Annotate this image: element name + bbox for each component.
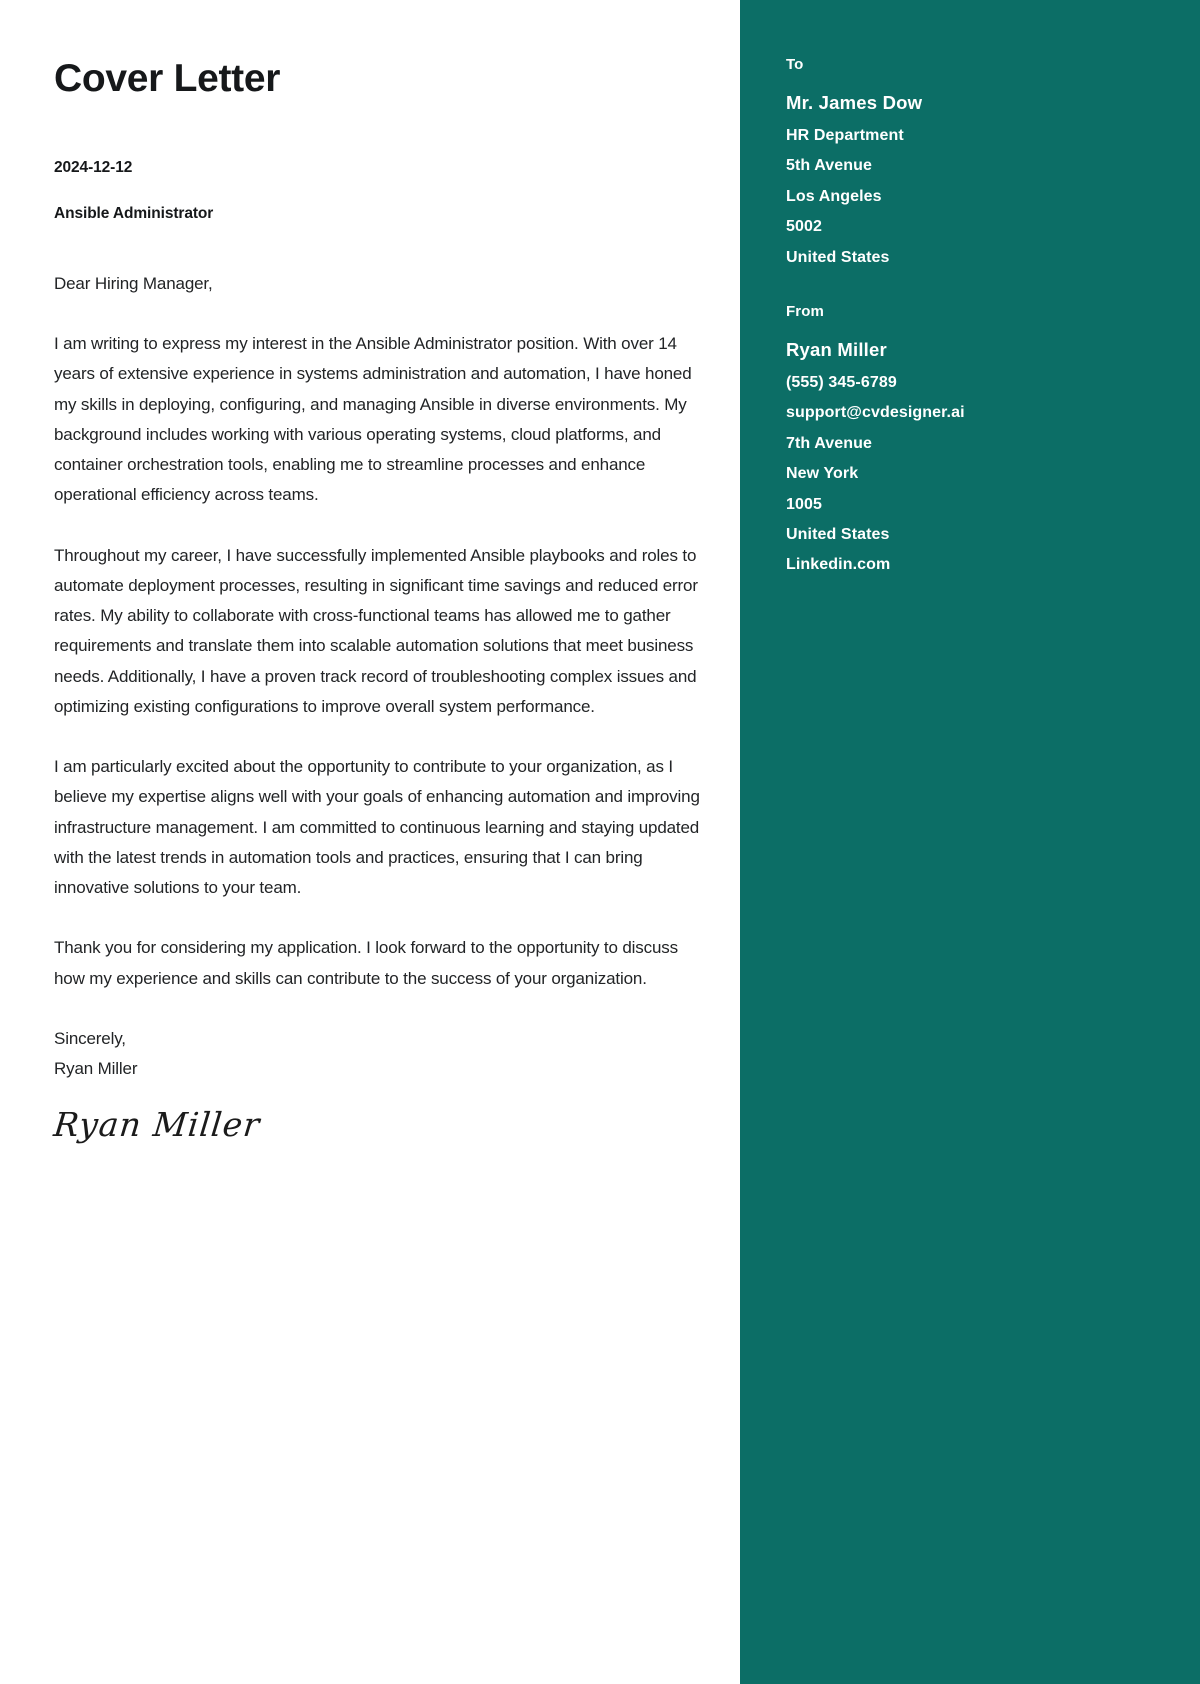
sender-phone: (555) 345-6789: [786, 374, 897, 392]
letter-paragraph: I am particularly excited about the oppo…: [54, 757, 700, 898]
letter-salutation: Dear Hiring Manager,: [54, 273, 213, 293]
sender-label: From: [786, 303, 824, 320]
sender-email[interactable]: support@cvdesigner.ai: [786, 398, 1160, 428]
recipient-block: To Mr. James Dow HR Department 5th Avenu…: [786, 56, 1160, 273]
cover-letter-page: Cover Letter 2024-12-12 Ansible Administ…: [0, 0, 1200, 1684]
recipient-line: HR Department: [786, 127, 904, 145]
page-title: Cover Letter: [54, 57, 281, 100]
recipient-line: United States: [786, 248, 890, 266]
letter-closing: Sincerely, Ryan Miller: [54, 1024, 696, 1085]
sender-line: United States: [786, 526, 890, 543]
sender-line: New York: [786, 465, 859, 483]
letter-paragraph: Thank you for considering my application…: [54, 938, 678, 988]
closing-name: Ryan Miller: [54, 1059, 138, 1079]
recipient-line: 5th Avenue: [786, 157, 873, 175]
letter-main-column: Cover Letter 2024-12-12 Ansible Administ…: [0, 0, 740, 1684]
letter-date: 2024-12-12: [54, 158, 133, 176]
signature-mark: Ryan Miller: [51, 1105, 263, 1145]
recipient-label: To: [786, 56, 804, 73]
recipient-line: Los Angeles: [786, 187, 882, 205]
recipient-name: Mr. James Dow: [786, 92, 923, 113]
closing-word: Sincerely,: [54, 1028, 126, 1048]
letter-subject: Ansible Administrator: [54, 204, 214, 222]
letter-body: I am writing to express my interest in t…: [54, 329, 700, 994]
letter-paragraph: Throughout my career, I have successfull…: [54, 545, 698, 716]
contact-sidebar: To Mr. James Dow HR Department 5th Avenu…: [740, 0, 1200, 1684]
sender-line: 7th Avenue: [786, 434, 873, 452]
sender-line: 1005: [786, 495, 822, 513]
sender-name: Ryan Miller: [786, 339, 887, 360]
letter-paragraph: I am writing to express my interest in t…: [54, 334, 692, 505]
recipient-line: 5002: [786, 218, 822, 236]
sender-linkedin[interactable]: Linkedin.com: [786, 550, 1160, 580]
sender-block: From Ryan Miller (555) 345-6789 support@…: [786, 303, 1160, 581]
